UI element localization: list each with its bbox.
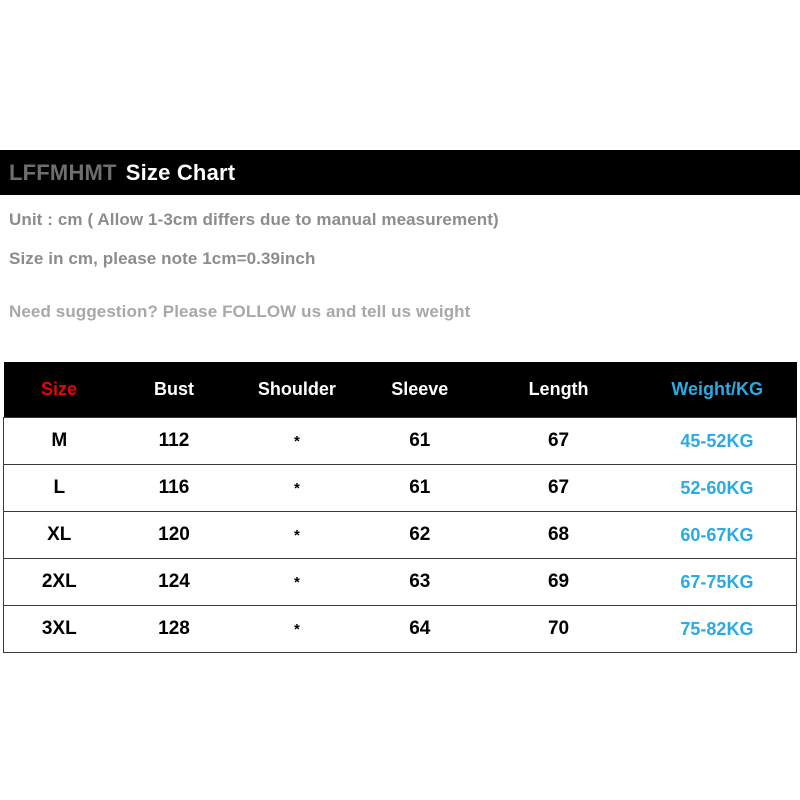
cell-weight: 52-60KG	[637, 464, 797, 512]
cell-bust: 124	[114, 558, 234, 606]
column-header-weight: Weight/KG	[671, 379, 764, 399]
info-line-suggestion: Need suggestion? Please FOLLOW us and te…	[9, 302, 471, 321]
cell-length: 68	[479, 511, 638, 559]
column-header-length: Length	[528, 379, 589, 399]
cell-weight: 67-75KG	[637, 558, 797, 606]
column-header-sleeve: Sleeve	[391, 379, 449, 399]
cell-shoulder: *	[233, 417, 361, 465]
title-banner: LFFMHMT Size Chart	[0, 150, 800, 195]
cell-weight: 45-52KG	[637, 417, 797, 465]
cell-size: XL	[2, 511, 115, 559]
column-header-shoulder: Shoulder	[257, 379, 336, 399]
cell-sleeve: 61	[360, 464, 480, 512]
cell-length: 67	[479, 464, 638, 512]
cell-bust: 128	[114, 605, 234, 653]
cell-sleeve: 62	[360, 511, 480, 559]
cell-length: 67	[479, 417, 638, 465]
table-row: 3XL 128 * 64 70 75-82KG	[2, 605, 797, 653]
table-row: 2XL 124 * 63 69 67-75KG	[2, 558, 797, 606]
cell-weight: 60-67KG	[637, 511, 797, 559]
cell-bust: 116	[114, 464, 234, 512]
info-line-unit: Unit : cm ( Allow 1-3cm differs due to m…	[9, 210, 499, 229]
cell-sleeve: 61	[360, 417, 480, 465]
brand-name: LFFMHMT	[9, 159, 117, 185]
cell-shoulder: *	[233, 464, 361, 512]
size-chart-page: LFFMHMT Size Chart Unit : cm ( Allow 1-3…	[0, 0, 800, 800]
cell-size: 2XL	[2, 558, 115, 606]
table-header: Size Bust Shoulder Sleeve Length Weight/…	[3, 362, 797, 418]
cell-weight: 75-82KG	[637, 605, 797, 653]
cell-size: 3XL	[2, 605, 115, 653]
cell-sleeve: 64	[360, 605, 480, 653]
table-row: L 116 * 61 67 52-60KG	[2, 464, 797, 512]
cell-sleeve: 63	[360, 558, 480, 606]
info-panel: Unit : cm ( Allow 1-3cm differs due to m…	[0, 195, 800, 362]
cell-shoulder: *	[233, 605, 361, 653]
cell-bust: 112	[114, 417, 234, 465]
cell-size: L	[2, 464, 115, 512]
table-header-row: Size Bust Shoulder Sleeve Length Weight/…	[3, 362, 797, 418]
page-title: Size Chart	[125, 159, 236, 185]
cell-shoulder: *	[233, 511, 361, 559]
table-row: XL 120 * 62 68 60-67KG	[2, 511, 797, 559]
cell-length: 69	[479, 558, 638, 606]
info-line-conversion: Size in cm, please note 1cm=0.39inch	[9, 249, 316, 268]
cell-bust: 120	[114, 511, 234, 559]
cell-length: 70	[479, 605, 638, 653]
size-chart-table: Size Bust Shoulder Sleeve Length Weight/…	[2, 362, 797, 653]
cell-shoulder: *	[233, 558, 361, 606]
table-body: M 112 * 61 67 45-52KG L 116 * 61 67 52-6…	[2, 417, 797, 653]
cell-size: M	[2, 417, 115, 465]
table-row: M 112 * 61 67 45-52KG	[2, 417, 797, 465]
column-header-size: Size	[40, 379, 78, 399]
column-header-bust: Bust	[153, 379, 194, 399]
